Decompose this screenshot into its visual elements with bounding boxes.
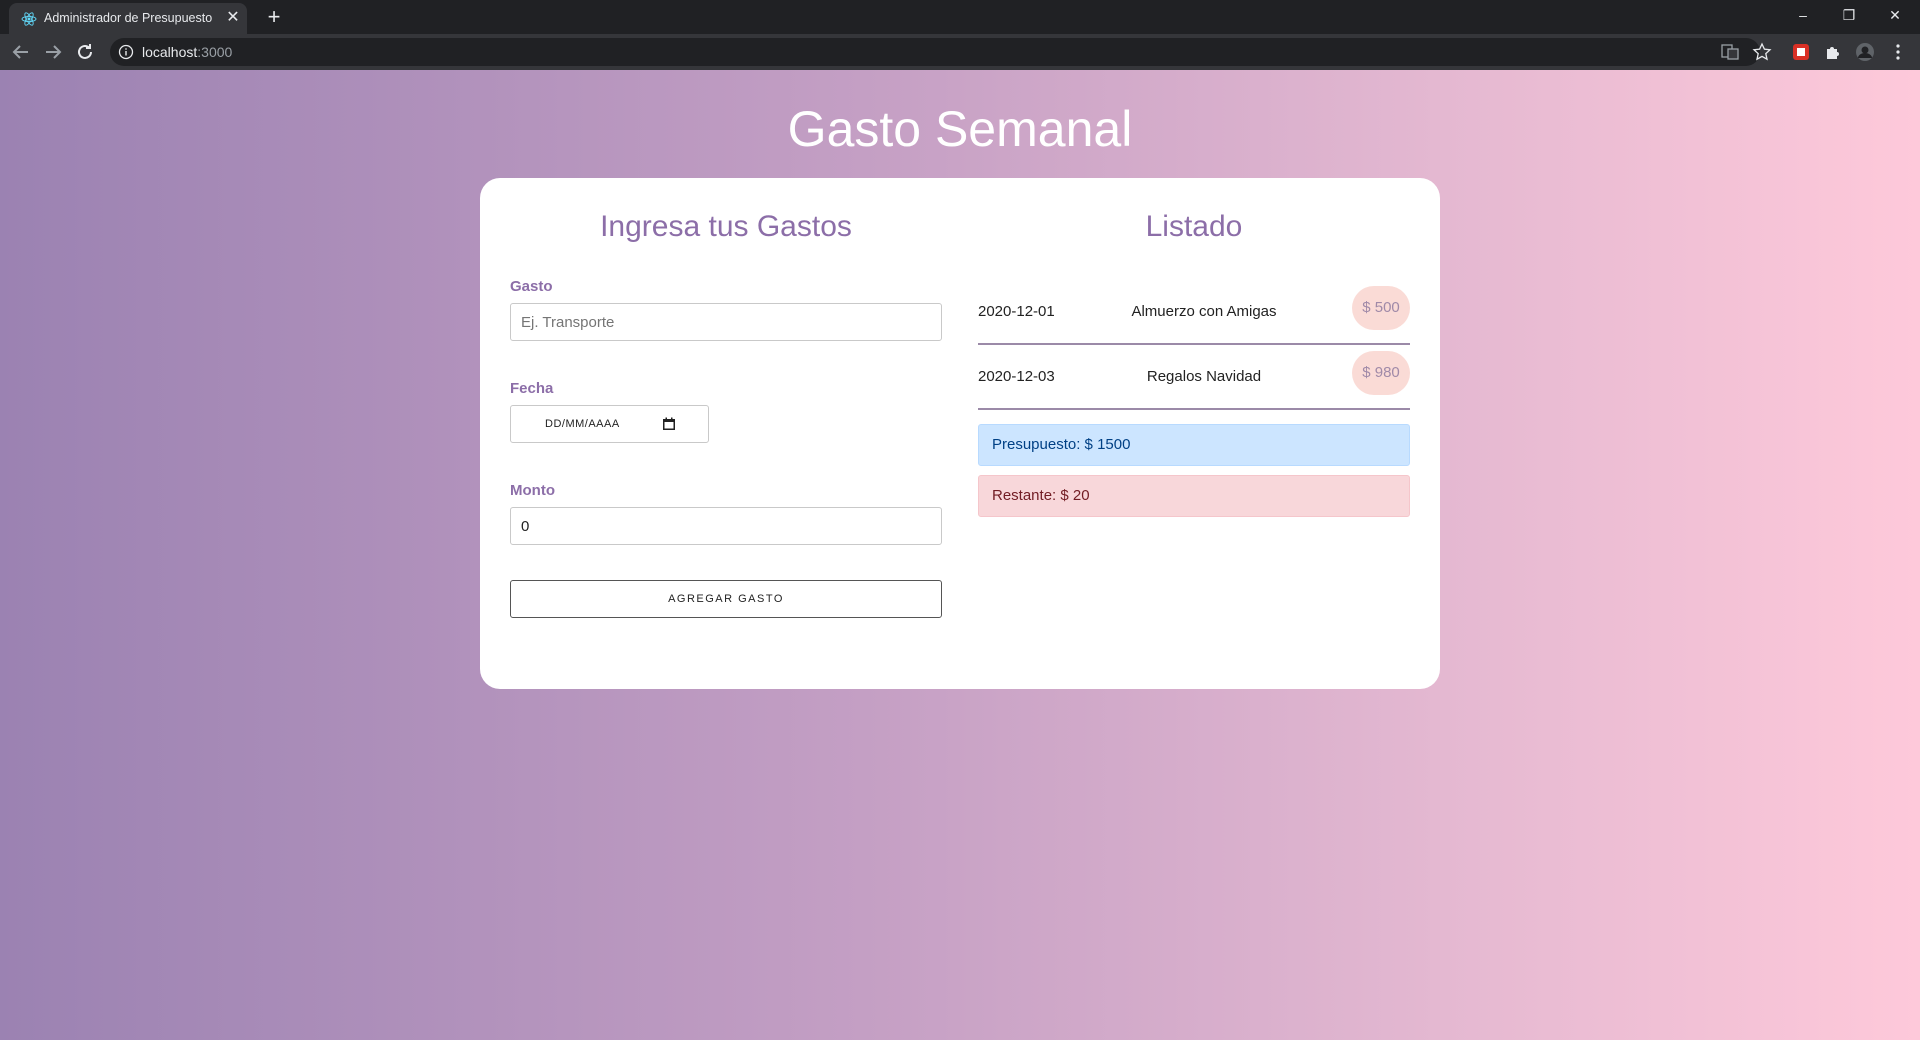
address-bar[interactable]: localhost:3000	[110, 38, 1760, 66]
fecha-label: Fecha	[510, 380, 554, 397]
minimize-icon[interactable]: –	[1780, 0, 1826, 30]
translate-icon[interactable]	[1720, 42, 1740, 62]
browser-toolbar: localhost:3000	[0, 34, 1920, 70]
expense-amount-badge: $ 980	[1352, 351, 1410, 395]
new-tab-icon[interactable]: +	[262, 5, 286, 29]
expense-date: 2020-12-01	[978, 303, 1055, 320]
url-text: localhost:3000	[142, 44, 233, 60]
react-favicon-icon	[21, 12, 37, 26]
browser-tab[interactable]: Administrador de Presupuesto ✕	[9, 3, 247, 34]
expense-name: Regalos Navidad	[1146, 368, 1262, 385]
close-icon[interactable]: ✕	[225, 10, 241, 26]
page-title: Gasto Semanal	[787, 101, 1133, 157]
agregar-gasto-button[interactable]: AGREGAR GASTO	[510, 580, 942, 618]
extension-icon[interactable]	[1791, 42, 1811, 62]
menu-icon[interactable]	[1888, 42, 1908, 62]
listado-heading: Listado	[1145, 210, 1243, 243]
reload-icon[interactable]	[73, 40, 97, 64]
expense-item: 2020-12-01 Almuerzo con Amigas $ 500	[978, 281, 1410, 345]
expense-amount-badge: $ 500	[1352, 286, 1410, 330]
form-heading: Ingresa tus Gastos	[600, 210, 852, 243]
monto-input[interactable]	[510, 507, 942, 545]
profile-avatar[interactable]	[1855, 42, 1875, 62]
gasto-label: Gasto	[510, 278, 553, 295]
gasto-input[interactable]	[510, 303, 942, 341]
restante-alert: Restante: $ 20	[978, 475, 1410, 517]
expense-date: 2020-12-03	[978, 368, 1055, 385]
puzzle-icon[interactable]	[1823, 42, 1843, 62]
fecha-value: DD/MM/AAAA	[545, 418, 620, 430]
back-icon[interactable]	[9, 40, 33, 64]
forward-icon[interactable]	[41, 40, 65, 64]
window-close-icon[interactable]: ✕	[1872, 0, 1918, 30]
calendar-icon[interactable]	[662, 417, 676, 431]
tab-title: Administrador de Presupuesto	[44, 11, 213, 25]
fecha-date-input[interactable]: DD/MM/AAAA	[510, 405, 709, 443]
main-card: Ingresa tus Gastos Gasto Fecha DD/MM/AAA…	[480, 178, 1440, 689]
browser-tab-bar: Administrador de Presupuesto ✕ + – ❐ ✕	[0, 0, 1920, 34]
presupuesto-alert: Presupuesto: $ 1500	[978, 424, 1410, 466]
restore-icon[interactable]: ❐	[1826, 0, 1872, 30]
expense-name: Almuerzo con Amigas	[1131, 303, 1277, 320]
page-viewport: Gasto Semanal Ingresa tus Gastos Gasto F…	[0, 70, 1920, 1040]
monto-label: Monto	[510, 482, 555, 499]
expense-item: 2020-12-03 Regalos Navidad $ 980	[978, 346, 1410, 410]
star-icon[interactable]	[1752, 42, 1772, 62]
info-icon[interactable]	[118, 44, 134, 60]
